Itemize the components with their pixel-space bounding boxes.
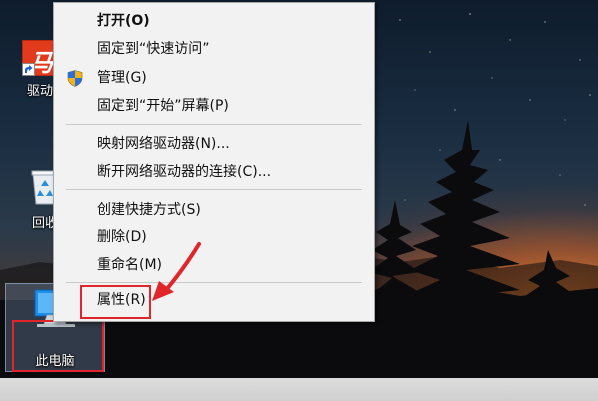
red-arrow-icon: [152, 242, 201, 301]
